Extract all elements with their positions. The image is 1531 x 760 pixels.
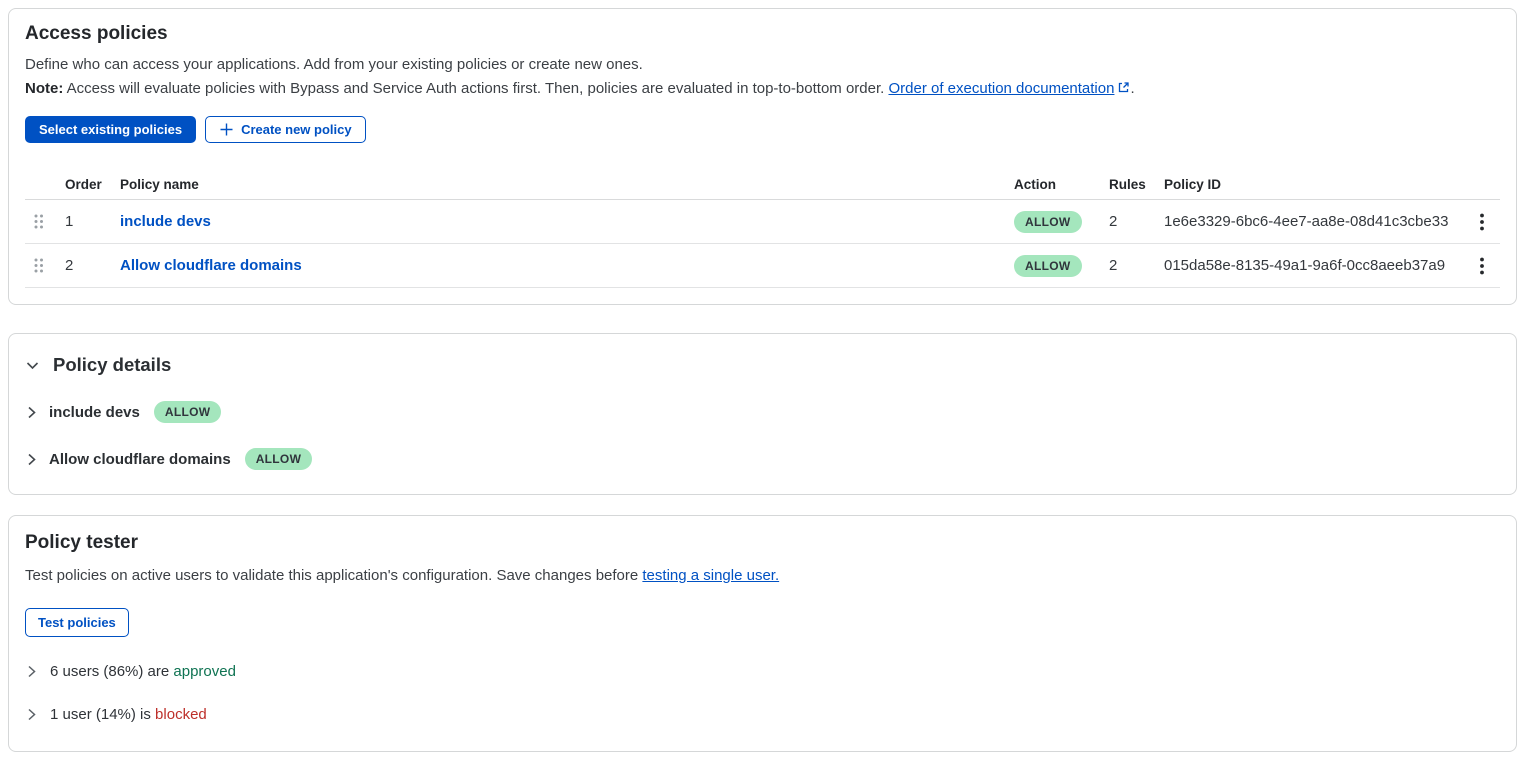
header-policy-id: Policy ID xyxy=(1164,177,1464,192)
testing-single-user-link[interactable]: testing a single user. xyxy=(642,567,779,584)
drag-handle-icon[interactable] xyxy=(33,213,44,230)
note-label: Note: xyxy=(25,80,63,97)
result-text: 1 user (14%) is blocked xyxy=(50,706,207,723)
action-badge: ALLOW xyxy=(1014,211,1082,233)
chevron-down-icon xyxy=(25,358,40,373)
external-link-icon xyxy=(1117,78,1130,102)
row-menu-button[interactable] xyxy=(1474,209,1490,235)
result-prefix: 6 users (86%) are xyxy=(50,663,173,680)
result-text: 6 users (86%) are approved xyxy=(50,663,236,680)
result-prefix: 1 user (14%) is xyxy=(50,706,155,723)
row-order: 2 xyxy=(59,257,115,274)
access-policies-card: Access policies Define who can access yo… xyxy=(8,8,1517,305)
action-badge: ALLOW xyxy=(154,401,222,423)
policy-name-link[interactable]: include devs xyxy=(120,213,211,230)
drag-handle-icon[interactable] xyxy=(33,257,44,274)
policies-table-header: Order Policy name Action Rules Policy ID xyxy=(25,169,1500,200)
plus-icon xyxy=(219,122,234,137)
policy-tester-description: Test policies on active users to validat… xyxy=(25,564,1500,588)
header-policy-name: Policy name xyxy=(115,177,1014,192)
row-policy-id: 015da58e-8135-49a1-9a6f-0cc8aeeb37a9 xyxy=(1164,257,1464,274)
row-order: 1 xyxy=(59,213,115,230)
table-row: 1 include devs ALLOW 2 1e6e3329-6bc6-4ee… xyxy=(25,200,1500,244)
chevron-right-icon xyxy=(25,708,38,721)
access-policies-title: Access policies xyxy=(25,23,1500,45)
status-blocked: blocked xyxy=(155,706,207,723)
policy-name-link[interactable]: Allow cloudflare domains xyxy=(120,257,302,274)
row-policy-id: 1e6e3329-6bc6-4ee7-aa8e-08d41c3cbe33 xyxy=(1164,213,1464,230)
policy-details-title: Policy details xyxy=(53,354,171,376)
tester-description-text: Test policies on active users to validat… xyxy=(25,567,642,584)
header-rules: Rules xyxy=(1099,177,1164,192)
policy-detail-item[interactable]: Allow cloudflare domains ALLOW xyxy=(25,448,1500,470)
policy-detail-item[interactable]: include devs ALLOW xyxy=(25,401,1500,423)
create-new-policy-button[interactable]: Create new policy xyxy=(205,116,366,143)
header-order: Order xyxy=(59,177,115,192)
chevron-right-icon xyxy=(25,453,38,466)
access-policies-description: Define who can access your applications.… xyxy=(25,53,1500,77)
chevron-right-icon xyxy=(25,665,38,678)
table-row: 2 Allow cloudflare domains ALLOW 2 015da… xyxy=(25,244,1500,288)
policy-details-card: Policy details include devs ALLOW Allow … xyxy=(8,333,1517,495)
access-policies-actions: Select existing policies Create new poli… xyxy=(25,116,1500,143)
chevron-right-icon xyxy=(25,406,38,419)
policy-details-toggle[interactable]: Policy details xyxy=(25,354,1500,376)
test-policies-button[interactable]: Test policies xyxy=(25,608,129,637)
header-action: Action xyxy=(1014,177,1099,192)
order-of-execution-link[interactable]: Order of execution documentation xyxy=(888,80,1114,97)
row-rules: 2 xyxy=(1099,213,1164,230)
tester-result-blocked[interactable]: 1 user (14%) is blocked xyxy=(25,706,1500,723)
policy-detail-name: include devs xyxy=(49,404,140,421)
tester-result-approved[interactable]: 6 users (86%) are approved xyxy=(25,663,1500,680)
policy-tester-title: Policy tester xyxy=(25,532,1500,554)
row-menu-button[interactable] xyxy=(1474,253,1490,279)
note-suffix: . xyxy=(1130,80,1134,97)
policy-tester-card: Policy tester Test policies on active us… xyxy=(8,515,1517,752)
policy-detail-name: Allow cloudflare domains xyxy=(49,451,231,468)
create-new-policy-label: Create new policy xyxy=(241,122,352,137)
action-badge: ALLOW xyxy=(1014,255,1082,277)
status-approved: approved xyxy=(173,663,236,680)
row-rules: 2 xyxy=(1099,257,1164,274)
access-policies-note: Note: Access will evaluate policies with… xyxy=(25,77,1500,102)
policies-table: Order Policy name Action Rules Policy ID… xyxy=(25,169,1500,288)
select-existing-policies-button[interactable]: Select existing policies xyxy=(25,116,196,143)
action-badge: ALLOW xyxy=(245,448,313,470)
note-text: Access will evaluate policies with Bypas… xyxy=(63,80,888,97)
